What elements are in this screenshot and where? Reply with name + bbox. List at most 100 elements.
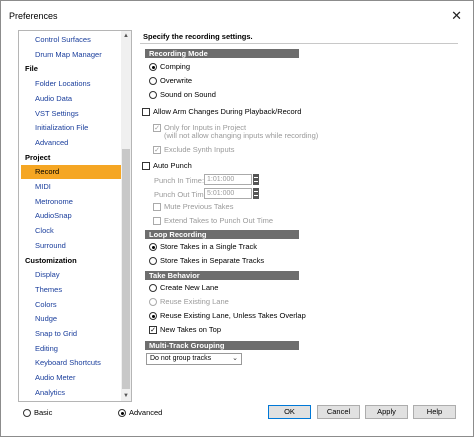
sidebar-item-drum-map-manager[interactable]: Drum Map Manager [19,48,122,62]
sidebar-item-surround[interactable]: Surround [19,239,122,253]
radio-label: Sound on Sound [160,90,216,99]
apply-button[interactable]: Apply [365,405,408,419]
sidebar-item-metronome[interactable]: Metronome [19,195,122,209]
help-button[interactable]: Help [413,405,456,419]
chevron-down-icon[interactable]: ▼ [121,391,131,401]
section-take-behavior: Take Behavior [145,271,299,280]
checkbox-new-takes-on-top[interactable]: ✓ New Takes on Top [149,324,221,336]
page-title: Specify the recording settings. [140,30,458,44]
radio-button[interactable] [149,63,157,71]
punch-in-spinner[interactable] [253,174,259,185]
checkbox-label: Mute Previous Takes [164,202,234,211]
sidebar-item-audiosnap[interactable]: AudioSnap [19,209,122,223]
punch-out-label: Punch Out Time: [154,190,210,199]
sidebar-item-editing[interactable]: Editing [19,342,122,356]
radio-button[interactable] [149,257,157,265]
sidebar-item-initialization-file[interactable]: Initialization File [19,121,122,135]
chevron-up-icon[interactable]: ▲ [121,31,131,41]
radio-create-new-lane[interactable]: Create New Lane [149,282,218,294]
checkbox-label: Exclude Synth Inputs [164,145,235,154]
radio-label: Store Takes in Separate Tracks [160,256,265,265]
radio-overwrite[interactable]: Overwrite [149,75,192,87]
checkbox-sublabel: (will not allow changing inputs while re… [164,131,319,140]
checkbox[interactable] [142,108,150,116]
radio-sound-on-sound[interactable]: Sound on Sound [149,89,216,101]
sidebar-scrollbar[interactable]: ▲ ▼ [121,31,131,401]
punch-out-spinner[interactable] [253,188,259,199]
radio-button[interactable] [149,284,157,292]
checkbox-mute-previous-takes[interactable]: Mute Previous Takes [153,201,233,213]
sidebar-item-colors[interactable]: Colors [19,298,122,312]
checkbox-allow-arm-changes[interactable]: Allow Arm Changes During Playback/Record [142,106,301,118]
checkbox-exclude-synth-inputs[interactable]: ✓ Exclude Synth Inputs [153,144,234,156]
section-loop-recording: Loop Recording [145,230,299,239]
preferences-tree[interactable]: Control Surfaces Drum Map Manager File Fold… [18,30,132,402]
radio-label: Store Takes in a Single Track [160,242,257,251]
checkbox[interactable]: ✓ [149,326,157,334]
radio-button[interactable] [149,312,157,320]
sidebar-item-control-surfaces[interactable]: Control Surfaces [19,33,122,47]
record-settings-panel: Specify the recording settings. Recordin… [140,30,458,402]
sidebar-item-audio-meter[interactable]: Audio Meter [19,371,122,385]
multi-track-grouping-select[interactable]: Do not group tracks ⌄ [146,353,242,365]
sidebar-item-folder-locations[interactable]: Folder Locations [19,77,122,91]
radio-reuse-unless-overlap[interactable]: Reuse Existing Lane, Unless Takes Overla… [149,310,306,322]
sidebar-item-advanced[interactable]: Advanced [19,136,122,150]
radio-reuse-existing-lane[interactable]: Reuse Existing Lane [149,296,229,308]
sidebar-item-nudge[interactable]: Nudge [19,312,122,326]
radio-button[interactable] [149,77,157,85]
checkbox[interactable] [153,217,161,225]
select-value: Do not group tracks [150,355,212,362]
checkbox-extend-takes[interactable]: Extend Takes to Punch Out Time [153,215,273,227]
checkbox-label: Auto Punch [153,161,192,170]
radio-button[interactable] [149,91,157,99]
radio-button[interactable] [149,243,157,251]
sidebar-item-audio-data[interactable]: Audio Data [19,92,122,106]
sidebar-category-file[interactable]: File [19,62,122,76]
ok-button[interactable]: OK [268,405,311,419]
radio-basic[interactable]: Basic [23,408,52,418]
radio-button[interactable] [23,409,31,417]
checkbox[interactable]: ✓ [153,124,161,132]
punch-out-field[interactable]: 5:01:000 [204,188,252,199]
radio-label: Comping [160,62,191,71]
sidebar-item-clock[interactable]: Clock [19,224,122,238]
sidebar-item-display[interactable]: Display [19,268,122,282]
radio-label: Reuse Existing Lane, Unless Takes Overla… [160,311,306,320]
radio-label: Overwrite [160,76,193,85]
sidebar-category-project[interactable]: Project [19,151,122,165]
checkbox[interactable]: ✓ [153,146,161,154]
checkbox[interactable] [142,162,150,170]
preferences-window: Preferences ✕ Control Surfaces Drum Map M… [0,0,474,437]
section-multi-track-grouping: Multi-Track Grouping [145,341,299,350]
sidebar-category-customization[interactable]: Customization [19,254,122,268]
sidebar-item-record[interactable]: Record [21,165,122,180]
radio-label: Basic [34,408,53,417]
radio-comping[interactable]: Comping [149,61,190,73]
sidebar-item-themes[interactable]: Themes [19,283,122,297]
sidebar-item-snap-to-grid[interactable]: Snap to Grid [19,327,122,341]
cancel-button[interactable]: Cancel [317,405,360,419]
sidebar-item-keyboard-shortcuts[interactable]: Keyboard Shortcuts [19,356,122,370]
punch-in-field[interactable]: 1:01:000 [204,174,252,185]
title-bar: Preferences ✕ [1,1,473,30]
radio-advanced[interactable]: Advanced [118,408,162,418]
checkbox-auto-punch[interactable]: Auto Punch [142,160,192,172]
close-icon[interactable]: ✕ [451,8,462,24]
radio-single-track[interactable]: Store Takes in a Single Track [149,241,257,253]
sidebar-item-midi[interactable]: MIDI [19,180,122,194]
sidebar-item-analytics[interactable]: Analytics [19,386,122,400]
radio-separate-tracks[interactable]: Store Takes in Separate Tracks [149,255,264,267]
radio-label: Create New Lane [160,283,219,292]
checkbox[interactable] [153,203,161,211]
sidebar-item-vst-settings[interactable]: VST Settings [19,107,122,121]
checkbox-label: New Takes on Top [160,325,222,334]
section-recording-mode: Recording Mode [145,49,299,58]
scroll-thumb[interactable] [122,149,130,389]
chevron-down-icon: ⌄ [232,355,238,362]
radio-label: Reuse Existing Lane [160,297,229,306]
radio-button[interactable] [118,409,126,417]
radio-button[interactable] [149,298,157,306]
punch-in-label: Punch In Time: [154,176,205,185]
checkbox-label: Extend Takes to Punch Out Time [164,216,274,225]
